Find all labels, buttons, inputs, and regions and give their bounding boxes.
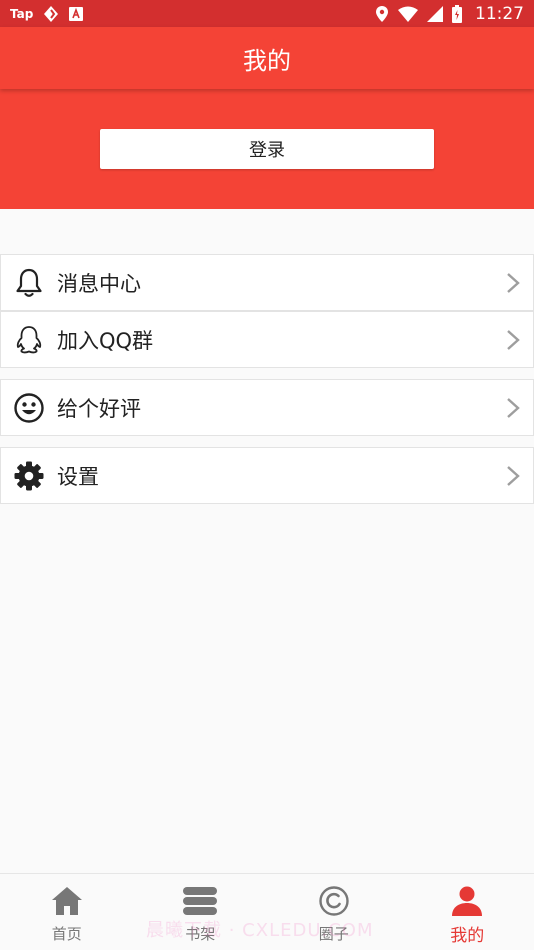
home-icon: [51, 884, 83, 918]
menu-item-message-center[interactable]: 消息中心: [0, 254, 534, 311]
signal-icon: [427, 5, 443, 22]
nav-label: 书架: [185, 925, 216, 943]
nav-item-bookshelf[interactable]: 书架: [134, 874, 268, 950]
chevron-right-icon: [493, 465, 533, 487]
chevron-right-icon: [493, 329, 533, 351]
person-icon: [451, 884, 483, 918]
app-bar: 我的: [0, 27, 534, 89]
bottom-nav: 首页 书架 圈子 我的: [0, 873, 534, 950]
status-left: Tap: [10, 5, 84, 23]
wifi-icon: [398, 6, 418, 22]
sync-icon: [44, 5, 59, 22]
circle-icon: [318, 884, 350, 918]
menu-item-label: 消息中心: [57, 271, 141, 296]
bookshelf-icon: [182, 884, 218, 918]
menu-item-settings[interactable]: 设置: [0, 447, 534, 504]
nav-label: 首页: [51, 925, 82, 943]
profile-header: 登录: [0, 89, 534, 209]
nav-label: 我的: [450, 926, 485, 946]
nav-label: 圈子: [318, 925, 349, 943]
menu-item-label: 设置: [57, 464, 99, 489]
menu-item-join-qq-group[interactable]: 加入QQ群: [0, 311, 534, 368]
menu-item-give-rating[interactable]: 给个好评: [0, 379, 534, 436]
font-icon: [69, 6, 84, 21]
location-icon: [376, 5, 388, 22]
menu-item-label: 给个好评: [57, 396, 141, 421]
battery-icon: [452, 4, 462, 23]
nav-item-mine[interactable]: 我的: [401, 874, 534, 950]
clock: 11:27: [475, 3, 524, 24]
chevron-right-icon: [493, 272, 533, 294]
status-right: 11:27: [375, 4, 524, 24]
status-bar: Tap 11:27: [0, 0, 534, 27]
bell-icon: [1, 267, 57, 299]
tap-app-icon: Tap: [10, 6, 34, 21]
smiley-icon: [1, 392, 57, 424]
login-button[interactable]: 登录: [100, 129, 434, 169]
gear-icon: [1, 460, 57, 492]
qq-icon: [1, 324, 57, 356]
chevron-right-icon: [493, 397, 533, 419]
page-title: 我的: [243, 46, 291, 75]
menu-item-label: 加入QQ群: [57, 328, 154, 353]
nav-item-circle[interactable]: 圈子: [267, 874, 401, 950]
nav-item-home[interactable]: 首页: [0, 874, 134, 950]
